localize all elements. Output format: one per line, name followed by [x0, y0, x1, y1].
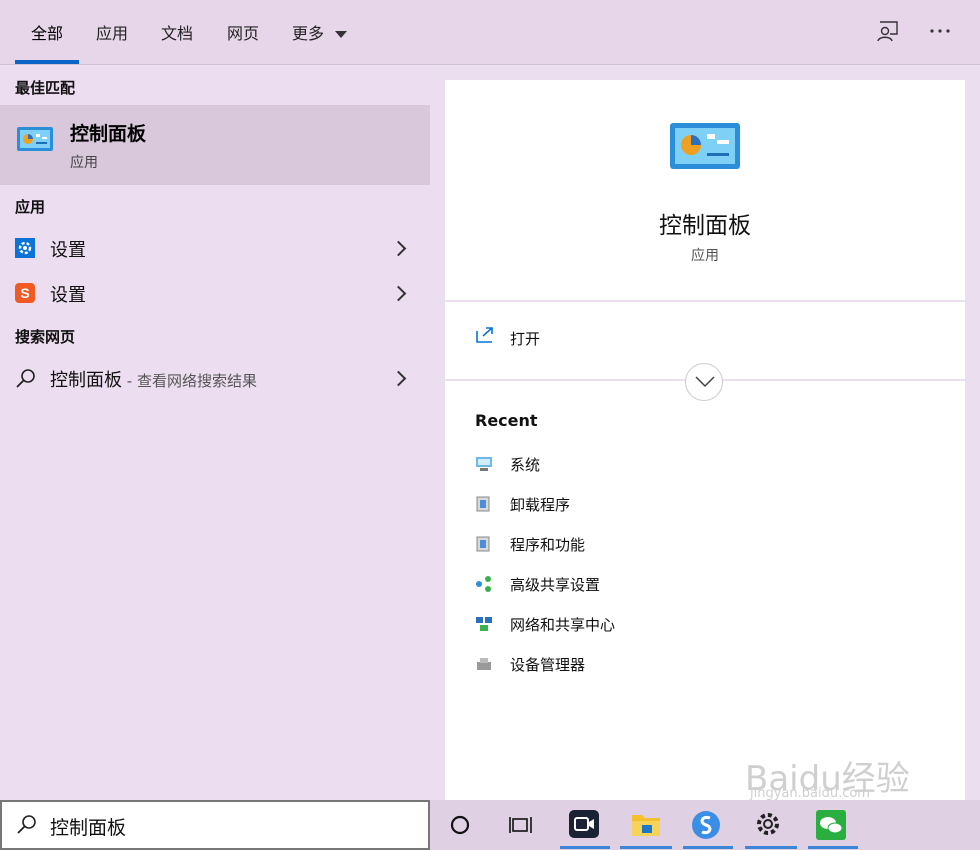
- best-match-subtitle: 应用: [70, 155, 98, 171]
- recent-heading: Recent: [475, 411, 538, 430]
- svg-text:S: S: [20, 285, 29, 301]
- web-search-result[interactable]: 控制面板 - 查看网络搜索结果: [0, 360, 430, 400]
- results-panel: 最佳匹配 控制面板 应用 应用 设置 S 设置 搜索网页 控制面板 - 查看网络…: [0, 65, 430, 800]
- cortana-icon[interactable]: [450, 815, 470, 835]
- apps-heading: 应用: [15, 198, 46, 216]
- programs-icon: [476, 496, 490, 512]
- taskbar-app-settings[interactable]: [753, 809, 785, 841]
- best-match-heading: 最佳匹配: [15, 79, 76, 97]
- caret-down-icon: [335, 30, 348, 38]
- chevron-down-icon: [695, 376, 715, 388]
- taskbar-app-explorer[interactable]: [630, 809, 662, 841]
- sogou-icon: S: [15, 283, 35, 303]
- search-input[interactable]: 控制面板: [50, 813, 126, 840]
- network-icon: [476, 617, 492, 631]
- taskbar-running-indicator: [683, 846, 733, 849]
- web-search-suffix: - 查看网络搜索结果: [122, 372, 257, 390]
- recent-item-label: 系统: [510, 456, 541, 474]
- web-search-heading: 搜索网页: [15, 328, 76, 346]
- app-result-settings[interactable]: 设置: [0, 230, 430, 270]
- taskbar: [430, 800, 980, 850]
- tab-all[interactable]: 全部: [31, 20, 63, 44]
- top-tab-bar: 全部 应用 文档 网页 更多: [0, 0, 980, 65]
- watermark-url: jingyan.baidu.com: [750, 786, 870, 801]
- search-box[interactable]: 控制面板: [0, 800, 430, 850]
- tab-web[interactable]: 网页: [227, 20, 259, 44]
- preview-title: 控制面板: [659, 213, 751, 239]
- recent-item-label: 高级共享设置: [510, 576, 601, 594]
- preview-panel: 控制面板 应用 打开 Recent 系统 卸载程序 程序和功能 高级共享设置 网…: [430, 65, 980, 801]
- gear-icon: [757, 813, 779, 835]
- app-result-label: 设置: [50, 240, 86, 261]
- tab-more-label: 更多: [292, 24, 325, 43]
- search-icon: [16, 369, 35, 388]
- task-view-icon[interactable]: [509, 814, 533, 836]
- taskbar-app-meeting[interactable]: [568, 808, 600, 840]
- sharing-icon: [476, 576, 491, 592]
- recent-item-label: 卸载程序: [510, 496, 571, 514]
- web-search-text: 控制面板 - 查看网络搜索结果: [50, 366, 257, 392]
- more-options-icon[interactable]: [929, 28, 951, 34]
- control-panel-icon: [17, 127, 53, 151]
- tab-apps[interactable]: 应用: [96, 20, 128, 44]
- programs-icon: [476, 536, 490, 552]
- taskbar-running-indicator: [620, 846, 672, 849]
- video-meeting-icon: [569, 810, 599, 838]
- best-match-title: 控制面板: [70, 123, 147, 145]
- search-icon: [17, 815, 36, 834]
- tab-more[interactable]: 更多: [292, 20, 348, 44]
- chevron-right-icon: [390, 240, 407, 257]
- recent-item-label: 设备管理器: [510, 656, 586, 674]
- recent-item-label: 网络和共享中心: [510, 616, 616, 634]
- browser-icon: [692, 811, 720, 839]
- taskbar-running-indicator: [745, 846, 797, 849]
- control-panel-large-icon: [670, 123, 740, 169]
- open-label: 打开: [510, 330, 541, 348]
- app-result-label: 设置: [50, 285, 86, 306]
- preview-header-card: 控制面板 应用: [445, 80, 965, 300]
- recent-item-label: 程序和功能: [510, 536, 586, 554]
- device-manager-icon: [477, 658, 491, 670]
- taskbar-app-wechat[interactable]: [815, 809, 847, 841]
- open-icon: [476, 327, 493, 343]
- web-search-query: 控制面板: [50, 370, 122, 391]
- best-match-item[interactable]: 控制面板 应用: [0, 105, 430, 185]
- taskbar-app-sogou-browser[interactable]: [690, 809, 722, 841]
- chevron-right-icon: [390, 370, 407, 387]
- preview-subtitle: 应用: [691, 248, 719, 264]
- recent-card: Recent 系统 卸载程序 程序和功能 高级共享设置 网络和共享中心 设备管理…: [445, 381, 965, 801]
- wechat-icon: [816, 810, 846, 840]
- system-icon: [476, 457, 492, 471]
- taskbar-running-indicator: [560, 846, 610, 849]
- gear-icon: [15, 238, 35, 258]
- folder-icon: [632, 815, 660, 836]
- tab-documents[interactable]: 文档: [161, 20, 193, 44]
- open-action[interactable]: 打开: [475, 324, 675, 354]
- app-result-settings-2[interactable]: S 设置: [0, 275, 430, 315]
- feedback-icon[interactable]: [876, 20, 900, 42]
- chevron-right-icon: [390, 285, 407, 302]
- taskbar-running-indicator: [808, 846, 858, 849]
- expand-button[interactable]: [685, 363, 723, 401]
